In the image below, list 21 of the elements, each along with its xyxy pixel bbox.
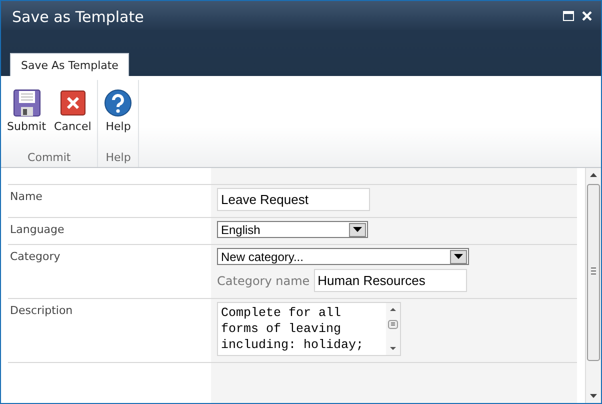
help-icon xyxy=(104,89,132,117)
category-dropdown[interactable]: New category... xyxy=(217,248,469,265)
ribbon-tab[interactable]: Save As Template xyxy=(10,53,130,76)
submit-button[interactable]: Submit xyxy=(3,85,50,137)
field-label: Language xyxy=(10,223,64,236)
group-label: Help xyxy=(106,151,131,164)
language-dropdown[interactable]: English xyxy=(217,221,368,238)
maximize-icon[interactable] xyxy=(563,11,574,21)
close-icon[interactable] xyxy=(582,11,592,21)
scrollbar[interactable] xyxy=(585,168,601,403)
window-title: Save as Template xyxy=(12,8,144,26)
category-name-field[interactable]: Human Resources xyxy=(314,269,467,292)
cancel-icon xyxy=(60,90,86,116)
name-field[interactable]: Leave Request xyxy=(217,188,370,211)
field-label: Category xyxy=(10,250,60,263)
field-label: Category name xyxy=(217,274,310,288)
help-button[interactable]: Help xyxy=(100,85,136,137)
field-label: Description xyxy=(10,304,73,317)
group-label: Commit xyxy=(28,151,71,164)
field-label: Name xyxy=(10,190,42,203)
cancel-button[interactable]: Cancel xyxy=(50,85,96,137)
